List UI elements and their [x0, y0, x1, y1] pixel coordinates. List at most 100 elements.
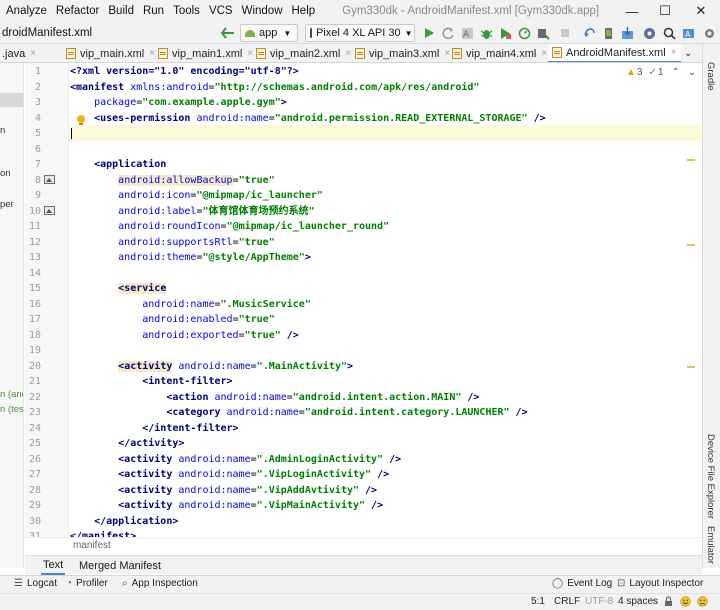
menu-run[interactable]: Run: [143, 5, 164, 17]
code-line[interactable]: android:label="体育馆体育场预约系统": [70, 204, 314, 220]
warning-marker[interactable]: [687, 159, 695, 161]
code-line[interactable]: <activity android:name=".VipMainActivity…: [70, 498, 383, 514]
close-tab-icon[interactable]: ×: [30, 48, 36, 59]
code-line[interactable]: </manifest>: [70, 529, 136, 537]
menu-refactor[interactable]: Refactor: [56, 5, 99, 17]
code-line[interactable]: <intent-filter>: [70, 374, 232, 390]
file-encoding[interactable]: UTF-8: [585, 596, 613, 607]
code-line[interactable]: <?xml version="1.0" encoding="utf-8"?>: [70, 64, 299, 80]
line-separator[interactable]: CRLF: [554, 596, 580, 607]
sync-gradle-icon[interactable]: [581, 25, 597, 41]
maximize-button[interactable]: ☐: [648, 0, 682, 22]
power-save-icon[interactable]: A: [681, 25, 697, 41]
code-line[interactable]: android:exported="true" />: [70, 328, 299, 344]
code-line[interactable]: android:enabled="true": [70, 312, 274, 328]
code-editor[interactable]: <?xml version="1.0" encoding="utf-8"?> <m…: [70, 63, 702, 537]
attach-debugger-icon[interactable]: [535, 25, 551, 41]
code-line[interactable]: android:icon="@mipmap/ic_launcher": [70, 188, 323, 204]
indent-setting[interactable]: 4 spaces: [618, 596, 658, 607]
code-line[interactable]: <category android:name="android.intent.c…: [70, 405, 527, 421]
tab-vip-main4[interactable]: vip_main4.xml ×: [452, 44, 547, 62]
emulator-tool-tab[interactable]: Emulator: [705, 526, 716, 564]
code-line[interactable]: package="com.example.apple.gym">: [70, 95, 287, 111]
app-inspection-button[interactable]: ⌕ App Inspection: [122, 578, 198, 589]
code-line[interactable]: </application>: [70, 514, 178, 530]
code-line[interactable]: <service: [70, 281, 167, 297]
code-line[interactable]: android:name=".MusicService": [70, 297, 311, 313]
tab-merged-manifest[interactable]: Merged Manifest: [79, 556, 161, 575]
sad-face-icon[interactable]: [697, 596, 708, 610]
close-tab-icon[interactable]: ×: [247, 48, 253, 59]
profiler-button[interactable]: ◔ Profiler: [66, 578, 108, 589]
code-line[interactable]: <application: [70, 157, 166, 173]
menu-vcs[interactable]: VCS: [209, 5, 233, 17]
sdk-manager-icon[interactable]: [619, 25, 635, 41]
run-config-dropdown[interactable]: app ▼: [240, 24, 298, 42]
code-line[interactable]: <activity android:name=".AdminLoginActiv…: [70, 452, 401, 468]
close-tab-icon[interactable]: ×: [149, 48, 155, 59]
code-line[interactable]: android:supportsRtl="true": [70, 235, 275, 251]
tab-android-manifest[interactable]: AndroidManifest.xml ×: [548, 44, 681, 62]
device-dropdown[interactable]: Pixel 4 XL API 30 ▼: [305, 24, 415, 42]
search-icon[interactable]: [661, 25, 677, 41]
close-tab-icon[interactable]: ×: [444, 48, 450, 59]
code-line[interactable]: </activity>: [70, 436, 184, 452]
image-icon[interactable]: [44, 206, 55, 215]
code-line[interactable]: <activity android:name=".VipLoginActivit…: [70, 467, 389, 483]
next-highlight-icon[interactable]: ⌄: [688, 67, 696, 78]
gradle-tool-tab[interactable]: Gradle: [705, 62, 716, 91]
menu-help[interactable]: Help: [292, 5, 316, 17]
previous-highlight-icon[interactable]: ⌃: [671, 67, 679, 78]
apply-code-changes-icon[interactable]: A: [459, 25, 475, 41]
tab-vip-main2[interactable]: vip_main2.xml ×: [256, 44, 351, 62]
code-line[interactable]: <activity android:name=".VipAddAvtivity"…: [70, 483, 377, 499]
code-line[interactable]: <action android:name="android.intent.act…: [70, 390, 479, 406]
settings-icon[interactable]: [701, 25, 717, 41]
tree-fragment[interactable]: per: [0, 199, 14, 210]
close-tab-icon[interactable]: ×: [671, 47, 677, 58]
caret-position[interactable]: 5:1: [531, 596, 545, 607]
code-line[interactable]: <activity android:name=".MainActivity">: [70, 359, 353, 375]
tree-fragment[interactable]: on: [0, 168, 11, 179]
tab-text[interactable]: Text: [41, 556, 66, 575]
run-icon[interactable]: [421, 25, 437, 41]
coverage-icon[interactable]: [497, 25, 513, 41]
minimize-button[interactable]: —: [615, 0, 649, 22]
tree-fragment[interactable]: n: [0, 125, 5, 136]
device-file-explorer-tool-tab[interactable]: Device File Explorer: [705, 434, 716, 519]
tab-vip-main3[interactable]: vip_main3.xml ×: [355, 44, 450, 62]
code-line[interactable]: android:roundIcon="@mipmap/ic_launcher_r…: [70, 219, 389, 235]
logcat-button[interactable]: ☰ Logcat: [14, 578, 57, 589]
tab-list-menu[interactable]: ⌄: [684, 44, 692, 62]
code-line[interactable]: android:allowBackup="true": [70, 173, 275, 189]
apply-changes-icon[interactable]: [440, 25, 456, 41]
inspection-widget[interactable]: ▲ 3 ✓ 1 ⌃ ⌄: [626, 66, 696, 79]
menu-tools[interactable]: Tools: [173, 5, 200, 17]
back-arrow-icon[interactable]: [220, 25, 236, 41]
lock-icon[interactable]: [664, 596, 673, 610]
image-icon[interactable]: [44, 175, 55, 184]
code-line[interactable]: android:theme="@style/AppTheme">: [70, 250, 311, 266]
tree-fragment[interactable]: n (and: [0, 389, 23, 400]
avd-manager-icon[interactable]: [600, 25, 616, 41]
nav-breadcrumb[interactable]: droidManifest.xml: [2, 27, 92, 39]
layout-inspector-button[interactable]: ⊡ Layout Inspector: [617, 578, 703, 589]
warning-marker[interactable]: [687, 244, 695, 246]
warning-marker[interactable]: [687, 366, 695, 368]
assistant-icon[interactable]: [641, 25, 657, 41]
selected-tree-row[interactable]: [0, 93, 23, 107]
menu-analyze[interactable]: Analyze: [6, 5, 47, 17]
menu-build[interactable]: Build: [108, 5, 134, 17]
debug-icon[interactable]: [478, 25, 494, 41]
close-window-button[interactable]: ✕: [684, 0, 718, 22]
tab-vip-main[interactable]: vip_main.xml ×: [66, 44, 155, 62]
menu-window[interactable]: Window: [242, 5, 283, 17]
code-line[interactable]: <manifest xmlns:android="http://schemas.…: [70, 80, 479, 96]
tab-vip-main1[interactable]: vip_main1.xml ×: [158, 44, 253, 62]
smile-face-icon[interactable]: [680, 596, 691, 610]
profile-icon[interactable]: [516, 25, 532, 41]
close-tab-icon[interactable]: ×: [541, 48, 547, 59]
stop-icon[interactable]: [557, 25, 573, 41]
close-tab-icon[interactable]: ×: [345, 48, 351, 59]
tree-fragment[interactable]: n (test: [0, 404, 23, 415]
